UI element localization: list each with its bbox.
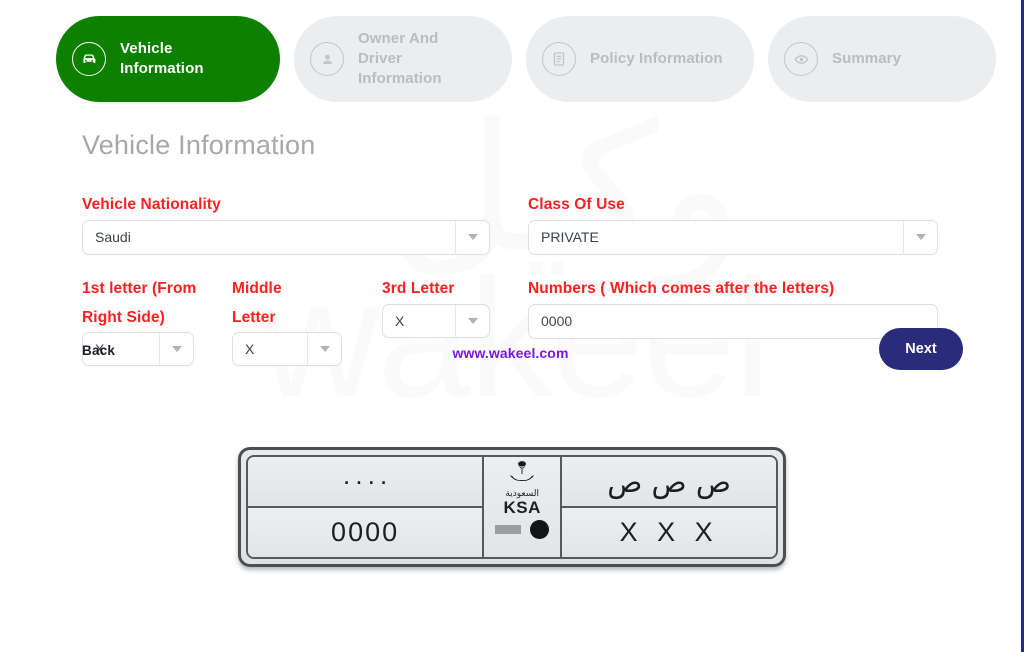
plate-arabic-letters-cell: ص ص ص (562, 457, 776, 508)
chevron-down-icon[interactable] (903, 220, 937, 254)
label-vehicle-nationality: Vehicle Nationality (82, 196, 221, 213)
book-icon (542, 42, 576, 76)
label-numbers: Numbers ( Which comes after the letters) (528, 280, 835, 297)
progress-stepper: Vehicle Information Owner And Driver Inf… (0, 0, 1021, 102)
class-of-use-value: PRIVATE (541, 229, 599, 246)
vehicle-nationality-value: Saudi (95, 229, 131, 246)
form-footer: Back www.wakeel.com Next (0, 325, 1021, 381)
step-label-summary: Summary (832, 49, 902, 67)
site-url-label: www.wakeel.com (452, 345, 569, 361)
plate-latin-letters: X X X (619, 517, 719, 547)
car-icon (72, 42, 106, 76)
next-button[interactable]: Next (879, 328, 963, 370)
label-middle-letter: Middle Letter (232, 280, 282, 326)
label-third-letter: 3rd Letter (382, 280, 455, 297)
plate-numbers-column: ٠٠٠٠ 0000 (248, 457, 483, 557)
class-of-use-select[interactable]: PRIVATE (528, 219, 938, 255)
label-first-letter: 1st letter (From Right Side) (82, 280, 197, 326)
plate-black-dot-icon (530, 519, 550, 539)
step-label-policy-information: Policy Information (590, 49, 723, 67)
step-vehicle-information[interactable]: Vehicle Information (56, 16, 280, 102)
plate-latin-digits-cell: 0000 (248, 508, 483, 557)
plate-arabic-digits-cell: ٠٠٠٠ (248, 457, 483, 508)
chevron-down-icon[interactable] (455, 220, 489, 254)
ksa-emblem: السعودية KSA (484, 457, 561, 557)
step-owner-and-driver-information[interactable]: Owner And Driver Information (294, 16, 512, 102)
step-policy-information[interactable]: Policy Information (526, 16, 754, 102)
page-root: Vehicle Information Owner And Driver Inf… (0, 0, 1021, 567)
step-label-owner-and-driver-information: Owner And Driver Information (358, 29, 442, 88)
step-label-vehicle-information: Vehicle Information (120, 39, 204, 77)
palm-and-swords-icon (510, 461, 534, 481)
eye-icon (784, 42, 818, 76)
step-summary[interactable]: Summary (768, 16, 996, 102)
field-vehicle-nationality: Vehicle Nationality Saudi (82, 191, 490, 255)
plate-arabic-letters: ص ص ص (607, 464, 731, 499)
page-title: Vehicle Information (82, 130, 316, 160)
plate-grey-bar-icon (495, 524, 522, 534)
license-plate-preview: ٠٠٠٠ 0000 السعودية KSA ص ص ص X X X (238, 447, 786, 567)
plate-arabic-digits: ٠٠٠٠ (340, 468, 390, 495)
user-icon (310, 42, 344, 76)
plate-emblem-column: السعودية KSA (482, 457, 563, 557)
emblem-latin-label: KSA (503, 498, 541, 517)
license-plate-body: ٠٠٠٠ 0000 السعودية KSA ص ص ص X X X (246, 455, 778, 559)
license-plate: ٠٠٠٠ 0000 السعودية KSA ص ص ص X X X (238, 447, 786, 567)
plate-registration-marks (495, 519, 550, 539)
plate-latin-digits: 0000 (331, 517, 400, 547)
plate-letters-column: ص ص ص X X X (562, 457, 776, 557)
label-class-of-use: Class Of Use (528, 196, 625, 213)
plate-latin-letters-cell: X X X (562, 508, 776, 557)
vehicle-nationality-select[interactable]: Saudi (82, 219, 490, 255)
field-class-of-use: Class Of Use PRIVATE (528, 191, 938, 255)
